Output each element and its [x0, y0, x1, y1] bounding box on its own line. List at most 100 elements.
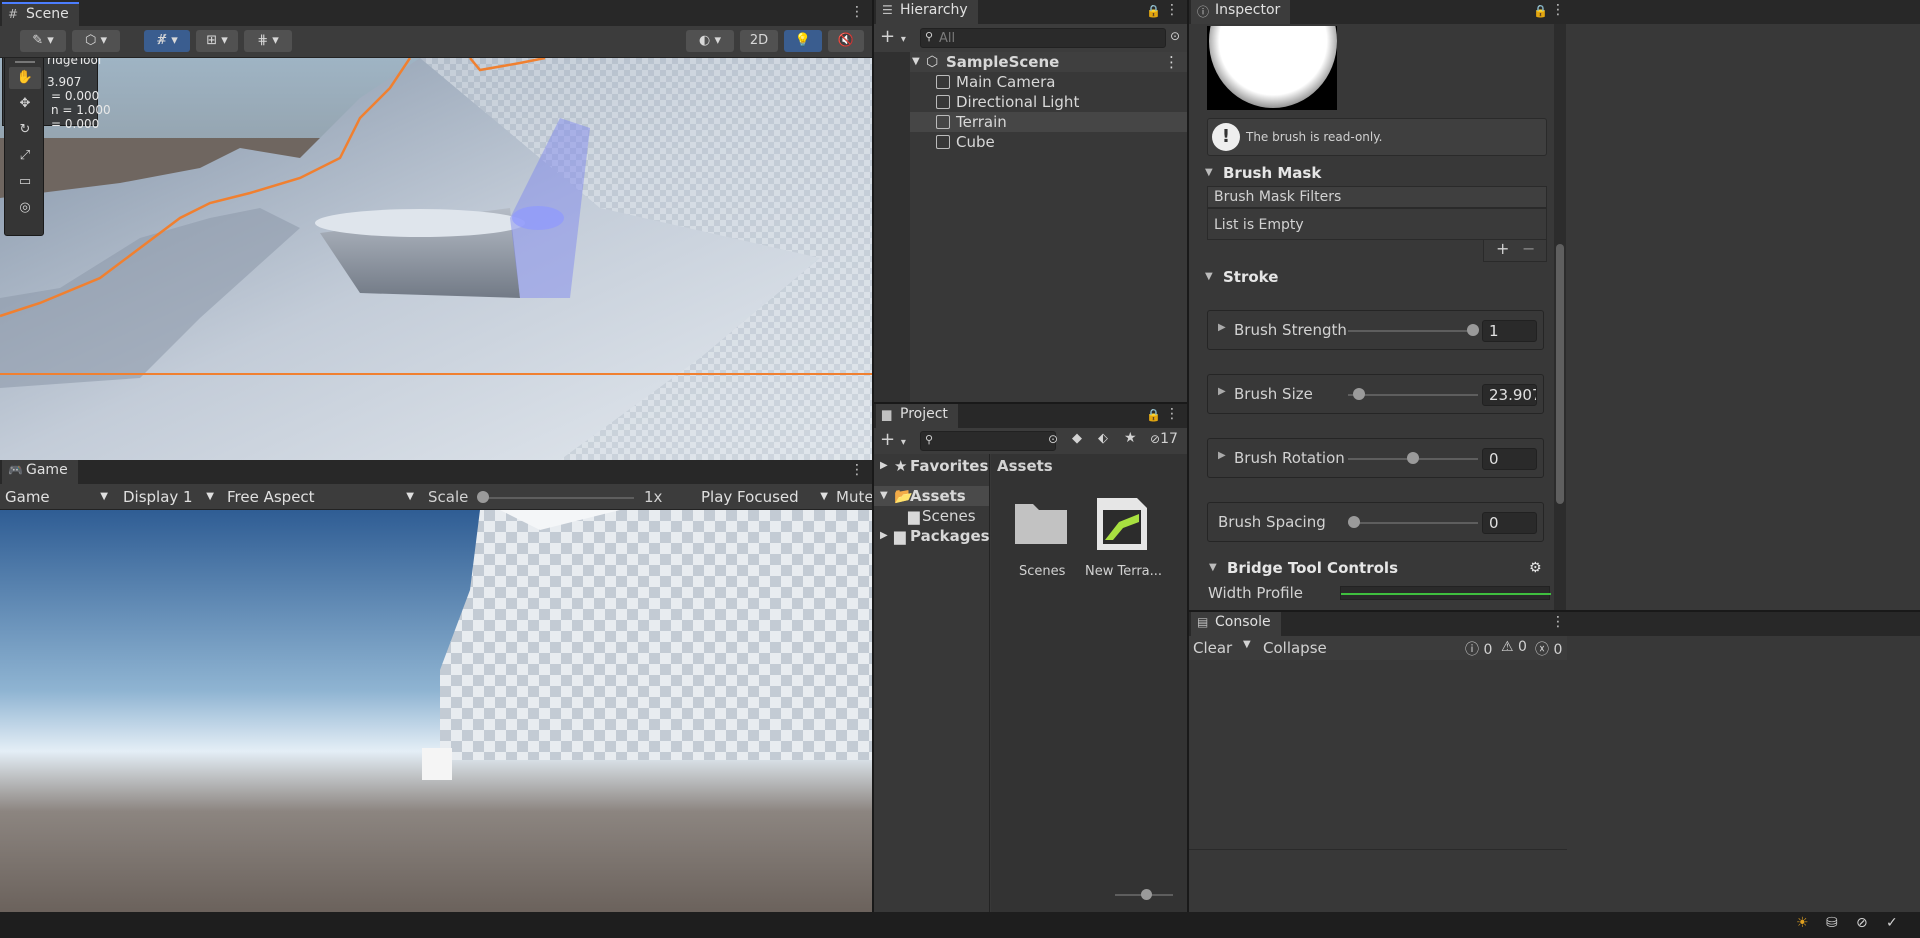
lighting-toggle-button[interactable]: 💡: [784, 30, 822, 52]
mute-audio-button[interactable]: Mute Audio: [836, 486, 872, 508]
inspector-scroll-thumb[interactable]: [1556, 244, 1564, 504]
favorites-row[interactable]: ▶ ★ Favorites: [874, 456, 989, 476]
draw-mode-button[interactable]: ✎ ▾: [20, 30, 66, 52]
warning-toggle[interactable]: ⚠ 0: [1501, 639, 1527, 655]
brush-strength-knob[interactable]: [1467, 324, 1479, 336]
increment-snap-button[interactable]: ⊞ ▾: [196, 30, 238, 52]
brush-spacing-knob[interactable]: [1348, 516, 1360, 528]
tab-project[interactable]: ▆ Project: [876, 404, 958, 428]
lock-icon[interactable]: 🔒: [1146, 4, 1161, 18]
breadcrumb[interactable]: Assets: [997, 457, 1053, 475]
clear-button[interactable]: Clear: [1193, 639, 1232, 657]
scale-slider-track[interactable]: [480, 497, 634, 499]
foldout-arrow-icon[interactable]: ▶: [1218, 322, 1226, 333]
search-scope-icon[interactable]: ⊙: [1048, 432, 1058, 446]
hand-tool-button[interactable]: ✋: [9, 67, 41, 89]
tab-game[interactable]: 🎮 Game: [2, 460, 78, 484]
game-viewport[interactable]: [0, 510, 872, 912]
scene-visibility-icon[interactable]: ⊙: [1170, 29, 1180, 43]
width-profile-curve[interactable]: [1340, 586, 1551, 600]
scenes-tree-row[interactable]: ▆ Scenes: [874, 506, 989, 526]
stroke-header[interactable]: ▼ Stroke: [1205, 266, 1557, 288]
lock-icon[interactable]: 🔒: [1533, 4, 1548, 18]
icon-size-slider-knob[interactable]: [1141, 889, 1152, 900]
audio-toggle-button[interactable]: 🔇: [828, 30, 864, 52]
grid-snap-button[interactable]: #̸ ▾: [144, 30, 190, 52]
shading-mode-button[interactable]: ◐ ▾: [686, 30, 734, 52]
hierarchy-item-cube[interactable]: Cube: [874, 132, 1187, 152]
rect-tool-button[interactable]: ▭: [9, 171, 41, 193]
palette-handle[interactable]: [15, 58, 35, 63]
network-icon[interactable]: ⊘: [1856, 915, 1868, 931]
error-toggle[interactable]: ⓧ 0: [1535, 639, 1562, 659]
asset-item-scenes[interactable]: Scenes: [1011, 494, 1071, 579]
expand-arrow-icon[interactable]: ▼: [912, 52, 920, 72]
settings-gear-icon[interactable]: ⚙: [1529, 557, 1542, 579]
brush-strength-slider[interactable]: [1348, 330, 1478, 332]
scale-tool-button[interactable]: ⤢: [9, 145, 41, 167]
clear-options-dropdown[interactable]: ▼: [1243, 639, 1251, 650]
filter-type-icon[interactable]: ◆: [1072, 431, 1082, 446]
brush-strength-input[interactable]: 1: [1482, 320, 1537, 342]
remove-list-item-button[interactable]: −: [1522, 239, 1535, 258]
scene-viewport[interactable]: ridgeTool 3.907 = 0.000 n = 1.000 = 0.00…: [0, 58, 872, 460]
brush-spacing-input[interactable]: 0: [1482, 512, 1537, 534]
lighting-status-icon[interactable]: ☀: [1796, 915, 1809, 931]
filter-label-icon[interactable]: ⬖: [1098, 431, 1108, 446]
inspector-scrollbar[interactable]: [1554, 24, 1566, 610]
expand-arrow-icon[interactable]: ▶: [880, 526, 888, 546]
tab-inspector[interactable]: ⓘ Inspector: [1191, 0, 1291, 24]
assets-tree-row[interactable]: ▼ 📂 Assets: [874, 486, 989, 506]
add-list-item-button[interactable]: +: [1496, 239, 1509, 258]
game-view-dropdown[interactable]: Game ▼: [0, 486, 112, 508]
expand-arrow-icon[interactable]: ▶: [880, 456, 888, 476]
collab-status-icon[interactable]: ✓: [1886, 915, 1898, 931]
foldout-arrow-icon[interactable]: ▶: [1218, 450, 1226, 461]
render-mode-button[interactable]: ⬡ ▾: [72, 30, 120, 52]
brush-rotation-input[interactable]: 0: [1482, 448, 1537, 470]
tab-hierarchy[interactable]: ☰ Hierarchy: [876, 0, 978, 24]
aspect-dropdown[interactable]: Free Aspect ▼: [222, 486, 418, 508]
collapse-button[interactable]: Collapse: [1263, 639, 1327, 657]
console-menu-icon[interactable]: ⋮: [1551, 614, 1565, 630]
scene-menu-icon[interactable]: ⋮: [850, 4, 864, 20]
hierarchy-search-input[interactable]: ⚲ All: [920, 28, 1166, 48]
log-toggle[interactable]: ⓘ 0: [1465, 639, 1492, 659]
2d-toggle-button[interactable]: 2D: [740, 30, 778, 52]
brush-spacing-slider[interactable]: [1348, 522, 1478, 524]
bridge-tool-header[interactable]: ▼ Bridge Tool Controls ⚙: [1209, 557, 1542, 579]
transform-tool-button[interactable]: ◎: [9, 197, 41, 219]
rotate-tool-button[interactable]: ↻: [9, 119, 41, 141]
hidden-packages-icon[interactable]: ⊘17: [1150, 431, 1178, 447]
brush-size-knob[interactable]: [1353, 388, 1365, 400]
hierarchy-menu-icon[interactable]: ⋮: [1165, 2, 1179, 18]
project-search-input[interactable]: ⚲: [920, 431, 1056, 451]
tab-console[interactable]: ▤ Console: [1191, 612, 1281, 636]
grid-visibility-button[interactable]: ⋕ ▾: [244, 30, 292, 52]
cache-server-icon[interactable]: ⛁: [1826, 915, 1838, 931]
hierarchy-item-directional-light[interactable]: Directional Light: [874, 92, 1187, 112]
hierarchy-item-terrain[interactable]: Terrain: [874, 112, 1187, 132]
lock-icon[interactable]: 🔒: [1146, 408, 1161, 422]
move-tool-button[interactable]: ✥: [9, 93, 41, 115]
foldout-arrow-icon[interactable]: ▶: [1218, 386, 1226, 397]
favorite-star-icon[interactable]: ★: [1124, 430, 1137, 446]
brush-size-input[interactable]: 23.907: [1482, 384, 1537, 406]
tab-scene[interactable]: # Scene: [2, 2, 79, 26]
asset-item-new-terrain[interactable]: New Terra...: [1085, 494, 1175, 579]
expand-arrow-icon[interactable]: ▼: [880, 486, 888, 506]
inspector-menu-icon[interactable]: ⋮: [1551, 2, 1565, 18]
display-dropdown[interactable]: Display 1 ▼: [118, 486, 218, 508]
hierarchy-item-main-camera[interactable]: Main Camera: [874, 72, 1187, 92]
play-mode-dropdown[interactable]: Play Focused ▼: [696, 486, 832, 508]
scene-menu-icon[interactable]: ⋮: [1164, 52, 1179, 72]
scene-row[interactable]: ▼ ⬡ SampleScene ⋮: [874, 52, 1187, 72]
brush-rotation-knob[interactable]: [1407, 452, 1419, 464]
create-button[interactable]: + ▾: [880, 429, 906, 450]
add-button[interactable]: + ▾: [880, 26, 906, 47]
project-menu-icon[interactable]: ⋮: [1165, 406, 1179, 422]
brush-size-slider[interactable]: [1348, 394, 1478, 396]
scale-slider-knob[interactable]: [477, 491, 489, 503]
game-menu-icon[interactable]: ⋮: [850, 462, 864, 478]
packages-tree-row[interactable]: ▶ ▆ Packages: [874, 526, 990, 546]
